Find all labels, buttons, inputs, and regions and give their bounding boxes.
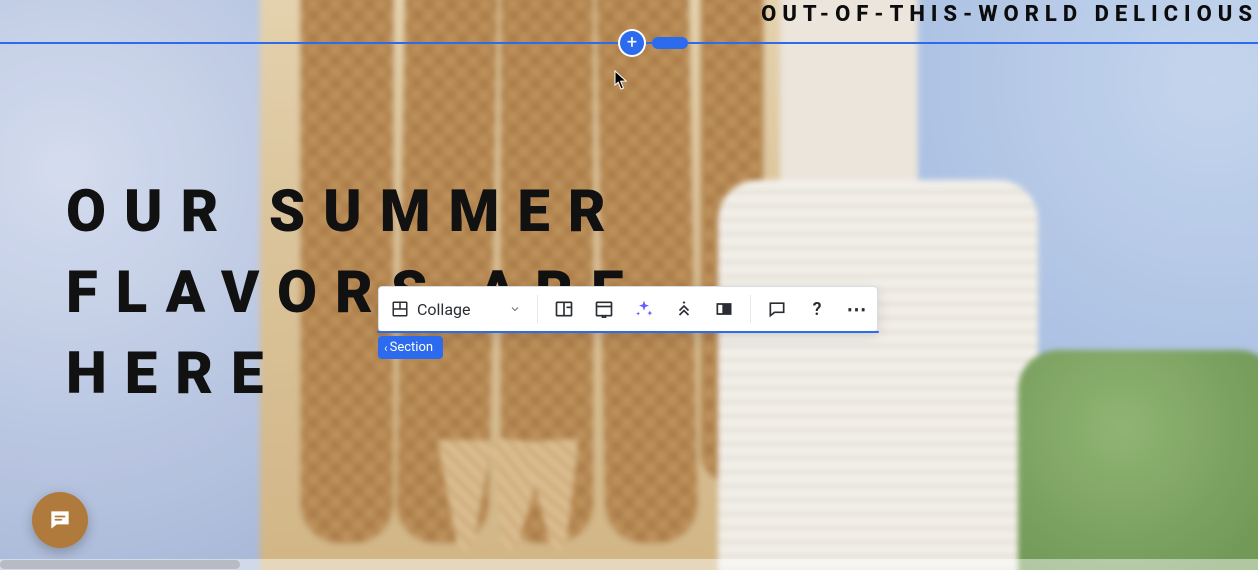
comment-icon xyxy=(767,299,787,319)
editor-canvas: OUT-OF-THIS-WORLD DELICIOUS + OUR SUMMER… xyxy=(0,0,1258,570)
comment-button[interactable] xyxy=(759,291,795,327)
plus-icon: + xyxy=(627,34,637,52)
layout-select[interactable]: Collage xyxy=(379,300,531,319)
layout-select-label: Collage xyxy=(417,300,471,319)
ai-generate-button[interactable] xyxy=(626,291,662,327)
flip-button[interactable] xyxy=(706,291,742,327)
more-icon: ⋯ xyxy=(847,297,868,321)
chevron-left-icon: ‹ xyxy=(384,341,388,355)
section-toolbar: Collage xyxy=(378,286,878,332)
chat-fab[interactable] xyxy=(32,492,88,548)
move-up-button[interactable] xyxy=(666,291,702,327)
chevron-down-icon xyxy=(509,303,521,315)
sparkle-icon xyxy=(634,299,654,319)
help-icon: ? xyxy=(813,299,822,320)
breadcrumb-label: Section xyxy=(390,340,433,355)
hero-line-3: HERE xyxy=(66,334,641,415)
add-section-button[interactable]: + xyxy=(620,31,644,55)
selection-breadcrumb[interactable]: ‹ Section xyxy=(378,336,443,359)
toolbar-separator xyxy=(537,295,538,323)
chat-bubble-icon xyxy=(47,507,73,533)
browser-icon xyxy=(594,299,614,319)
horizontal-scrollbar[interactable] xyxy=(0,559,1258,570)
layout-split-icon xyxy=(554,299,574,319)
section-selection-outline xyxy=(377,331,879,333)
layout-split-button[interactable] xyxy=(546,291,582,327)
layout-grid-icon xyxy=(391,300,409,318)
hero-line-1: OUR SUMMER xyxy=(66,172,641,253)
tagline-text: OUT-OF-THIS-WORLD DELICIOUS xyxy=(761,2,1258,27)
browser-preview-button[interactable] xyxy=(586,291,622,327)
more-options-button[interactable]: ⋯ xyxy=(839,291,875,327)
section-drag-handle[interactable] xyxy=(652,37,688,49)
scrollbar-thumb[interactable] xyxy=(0,560,240,569)
double-chevron-up-icon xyxy=(675,300,693,318)
help-button[interactable]: ? xyxy=(799,291,835,327)
toolbar-separator xyxy=(750,295,751,323)
flip-horizontal-icon xyxy=(714,299,734,319)
